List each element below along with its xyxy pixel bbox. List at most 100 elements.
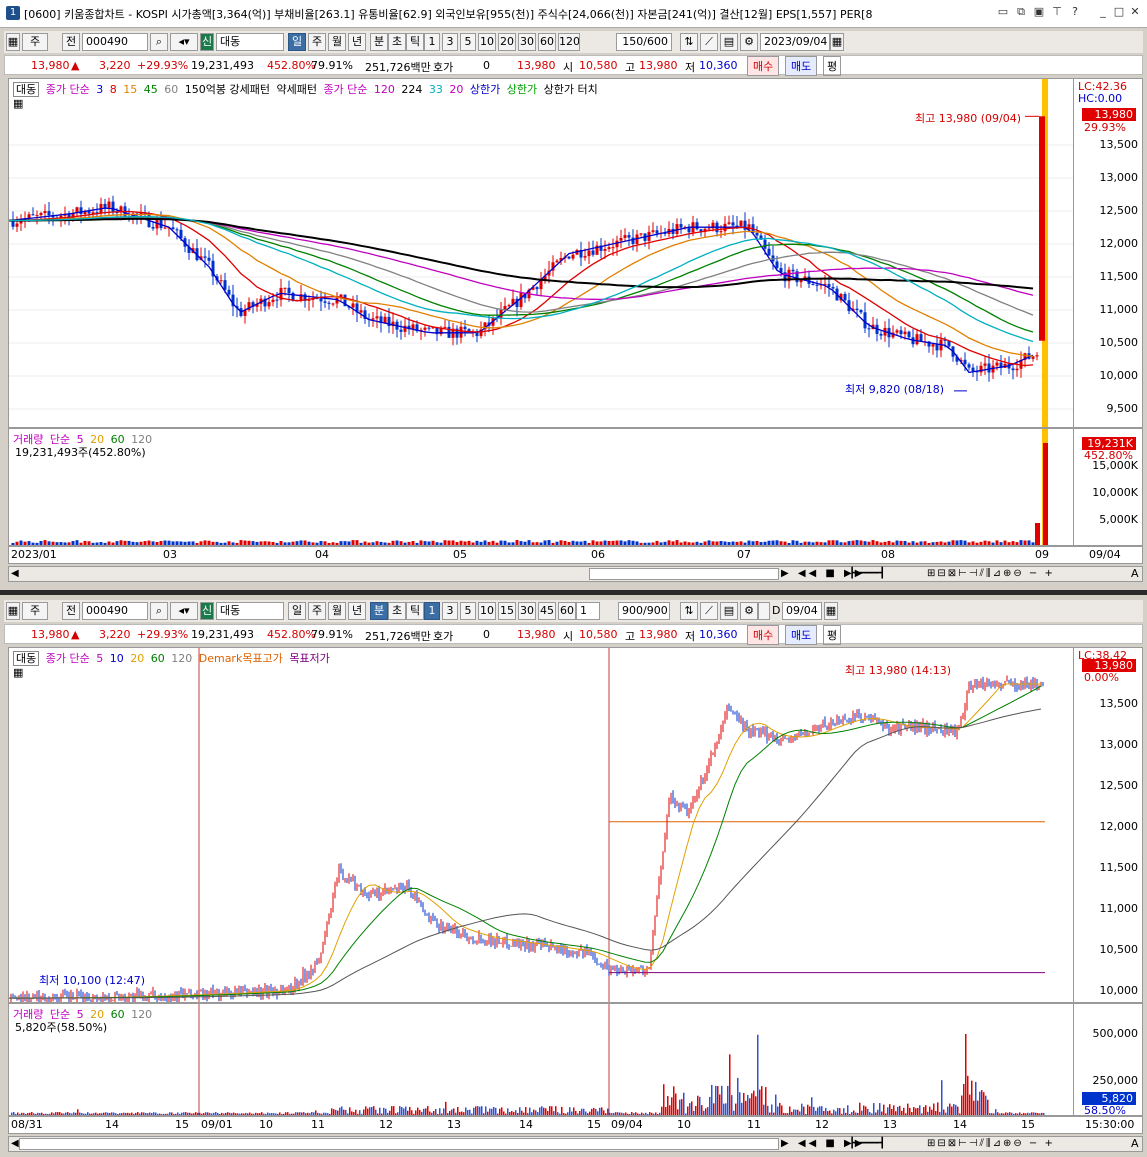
type-select-2[interactable]: 주 [22, 602, 48, 620]
top-interval-20[interactable]: 20 [498, 33, 516, 51]
top-interval-60[interactable]: 60 [538, 33, 556, 51]
restore-icon[interactable]: ▭ [996, 5, 1010, 19]
volume-bar [415, 1110, 417, 1115]
zoom-slider-2[interactable]: ┣━━━━┫ [849, 1138, 919, 1149]
bottom-scrollbar[interactable]: ◀ ▶ ◀◀ ■ ▶▶ ┣━━━━┫ ⊞⊟⊠⊢⊣⫽⫼⊿⊕⊖ − + A [8, 1136, 1143, 1152]
volume-bar [231, 1113, 233, 1115]
stock-name-input[interactable]: 대동 [216, 33, 284, 51]
volume-bar [463, 541, 467, 545]
avg-button-2[interactable]: 평 [823, 625, 842, 645]
sound-icon[interactable]: ◂▾ [170, 33, 198, 51]
bottom-interval-1[interactable]: 1 [424, 602, 440, 620]
save-icon[interactable]: ▤ [720, 33, 738, 51]
panel-divider[interactable] [0, 590, 1147, 595]
menu-icon[interactable]: ▦ [6, 33, 20, 51]
draw-icon[interactable]: ⟋ [700, 33, 718, 51]
top-price-chart[interactable]: 대동 종가 단순 3 8 15 45 60 150억봉 강세패턴 약세패턴 종가… [8, 78, 1074, 428]
calendar-icon[interactable]: ▦ [830, 33, 844, 51]
sell-button-2[interactable]: 매도 [785, 625, 818, 645]
avg-button[interactable]: 평 [823, 56, 842, 76]
bottom-interval-3[interactable]: 3 [442, 602, 458, 620]
top-interval-5[interactable]: 5 [460, 33, 476, 51]
maximize-icon[interactable]: □ [1112, 5, 1126, 19]
mode-button-2[interactable]: 전 [62, 602, 80, 620]
settings-icon[interactable]: ⚙ [740, 33, 758, 51]
help-icon[interactable]: ? [1068, 5, 1082, 19]
unit-select[interactable]: 1 [576, 602, 600, 620]
bottom-interval-5[interactable]: 5 [460, 602, 476, 620]
top-interval-3[interactable]: 3 [442, 33, 458, 51]
top-period-2[interactable]: 월 [328, 33, 346, 51]
chart-tools[interactable]: ⊞⊟⊠⊢⊣⫽⫼⊿⊕⊖ − + [927, 568, 1055, 579]
bottom-period-1[interactable]: 주 [308, 602, 326, 620]
bottom-period-5[interactable]: 초 [388, 602, 406, 620]
indicator-icon-2[interactable]: ⇅ [680, 602, 698, 620]
tile-icon[interactable]: ⧉ [1014, 5, 1028, 19]
bottom-interval-60[interactable]: 60 [558, 602, 576, 620]
zoom-slider[interactable]: ┣━━━━┫ [849, 568, 919, 579]
sound-icon-2[interactable]: ◂▾ [170, 602, 198, 620]
scroll-left-icon-2[interactable]: ◀ [11, 1138, 19, 1149]
font-icon[interactable]: A [1131, 567, 1139, 580]
count-input[interactable]: 150/600 [616, 33, 672, 51]
search-icon[interactable]: ⌕ [150, 33, 168, 51]
d-checkbox[interactable] [758, 602, 770, 620]
bottom-interval-45[interactable]: 45 [538, 602, 556, 620]
volume-bar [433, 1110, 435, 1115]
top-period-4[interactable]: 분 [370, 33, 388, 51]
bottom-period-6[interactable]: 틱 [406, 602, 424, 620]
top-interval-30[interactable]: 30 [518, 33, 536, 51]
save-icon-2[interactable]: ▤ [720, 602, 738, 620]
volume-bar [147, 1113, 149, 1115]
candle-body [763, 239, 767, 249]
count-input-2[interactable]: 900/900 [618, 602, 670, 620]
bottom-period-3[interactable]: 년 [348, 602, 366, 620]
settings-icon-2[interactable]: ⚙ [740, 602, 758, 620]
bottom-volume-chart[interactable]: 거래량 단순 5 20 60 120 5,820주(58.50%) [8, 1003, 1074, 1116]
indicator-icon[interactable]: ⇅ [680, 33, 698, 51]
top-period-6[interactable]: 틱 [406, 33, 424, 51]
layout-icon[interactable]: ▣ [1032, 5, 1046, 19]
bottom-period-4[interactable]: 분 [370, 602, 388, 620]
code-input-2[interactable]: 000490 [82, 602, 148, 620]
menu-icon-2[interactable]: ▦ [6, 602, 20, 620]
minimize-icon[interactable]: _ [1096, 5, 1110, 19]
bottom-price-chart[interactable]: 대동 종가 단순 5 10 20 60 120 Demark목표고가 목표저가 … [8, 647, 1074, 1003]
draw-icon-2[interactable]: ⟋ [700, 602, 718, 620]
volume-bar [1029, 1113, 1031, 1115]
top-period-5[interactable]: 초 [388, 33, 406, 51]
buy-button-2[interactable]: 매수 [747, 625, 780, 645]
top-scrollbar[interactable]: ◀ ▶ ◀◀ ■ ▶▶ ┣━━━━┫ ⊞⊟⊠⊢⊣⫽⫼⊿⊕⊖ − + A [8, 566, 1143, 582]
type-select[interactable]: 주 [22, 33, 48, 51]
top-volume-chart[interactable]: 거래량 단순 5 20 60 120 19,231,493주(452.80%) [8, 428, 1074, 546]
calendar-icon-2[interactable]: ▦ [824, 602, 838, 620]
chart-tools-2[interactable]: ⊞⊟⊠⊢⊣⫽⫼⊿⊕⊖ − + [927, 1138, 1055, 1149]
bottom-period-0[interactable]: 일 [288, 602, 306, 620]
buy-button[interactable]: 매수 [747, 56, 780, 76]
top-interval-1[interactable]: 1 [424, 33, 440, 51]
volume-bar [683, 541, 687, 545]
date-input[interactable]: 2023/09/04 [760, 33, 830, 51]
bottom-interval-10[interactable]: 10 [478, 602, 496, 620]
date-input-2[interactable]: 09/04 [782, 602, 822, 620]
close-icon[interactable]: ✕ [1128, 5, 1142, 19]
bottom-interval-15[interactable]: 15 [498, 602, 516, 620]
font-icon-2[interactable]: A [1131, 1137, 1139, 1150]
top-period-3[interactable]: 년 [348, 33, 366, 51]
volume-bar [931, 542, 935, 545]
code-input[interactable]: 000490 [82, 33, 148, 51]
scroll-thumb-2[interactable] [19, 1138, 779, 1150]
scroll-left-icon[interactable]: ◀ [11, 568, 19, 579]
sell-button[interactable]: 매도 [785, 56, 818, 76]
scroll-thumb[interactable] [589, 568, 779, 580]
top-interval-10[interactable]: 10 [478, 33, 496, 51]
top-period-1[interactable]: 주 [308, 33, 326, 51]
top-interval-120[interactable]: 120 [558, 33, 580, 51]
pin-icon[interactable]: ⊤ [1050, 5, 1064, 19]
mode-button[interactable]: 전 [62, 33, 80, 51]
top-period-0[interactable]: 일 [288, 33, 306, 51]
bottom-period-2[interactable]: 월 [328, 602, 346, 620]
stock-name-input-2[interactable]: 대동 [216, 602, 284, 620]
search-icon-2[interactable]: ⌕ [150, 602, 168, 620]
bottom-interval-30[interactable]: 30 [518, 602, 536, 620]
